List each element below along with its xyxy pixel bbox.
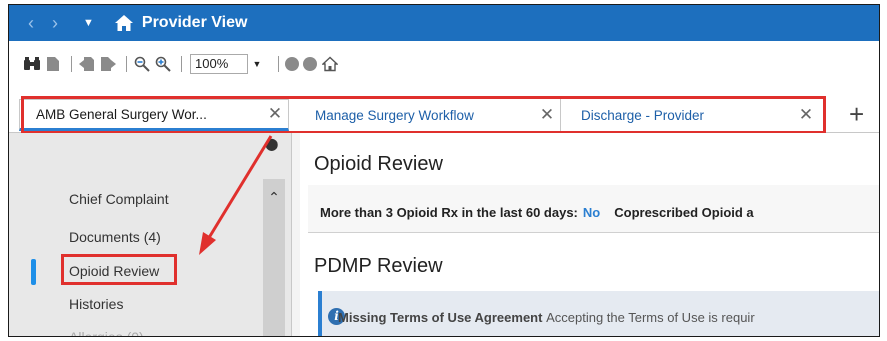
add-tab-button[interactable]: +	[849, 101, 864, 127]
main-pane: Opioid Review More than 3 Opioid Rx in t…	[291, 133, 879, 336]
circle-button-icon[interactable]	[303, 57, 317, 71]
pdmp-review-heading: PDMP Review	[314, 255, 443, 277]
scroll-up-icon[interactable]: ⌃	[263, 189, 285, 206]
notice-title: Missing Terms of Use Agreement	[338, 310, 543, 325]
notice-body: Accepting the Terms of Use is requir	[546, 310, 755, 325]
toolbar-separator	[278, 56, 279, 72]
opioid-summary-text: More than 3 Opioid Rx in the last 60 day…	[320, 205, 754, 220]
main-content: Opioid Review More than 3 Opioid Rx in t…	[300, 133, 879, 336]
pin-icon[interactable]: ⬤	[265, 137, 278, 151]
notice-text: Missing Terms of Use Agreement Accepting…	[338, 310, 755, 325]
sidebar-item-chief-complaint[interactable]: Chief Complaint	[69, 191, 169, 207]
circle-button-icon[interactable]	[285, 57, 299, 71]
zoom-out-icon[interactable]	[133, 55, 151, 73]
toolbar: 100% ▼	[9, 51, 342, 77]
next-document-icon[interactable]	[99, 55, 117, 73]
home-outline-icon[interactable]	[321, 55, 339, 73]
sidebar-item-histories[interactable]: Histories	[69, 296, 123, 312]
home-icon[interactable]	[114, 13, 134, 33]
active-indicator	[31, 259, 36, 285]
sidebar-item-documents[interactable]: Documents (4)	[69, 229, 161, 245]
summary-value-rx: No	[582, 205, 601, 220]
binoculars-icon[interactable]	[23, 55, 41, 73]
summary-label-coprescribed: Coprescribed Opioid a	[614, 205, 754, 220]
sidebar: ⬤ ⌃ Chief Complaint Documents (4) Opioid…	[9, 133, 291, 336]
caret-down-icon[interactable]: ▼	[83, 17, 94, 29]
summary-label-rx: More than 3 Opioid Rx in the last 60 day…	[320, 205, 578, 220]
toolbar-separator	[126, 56, 127, 72]
title-bar: ‹ › ▼ Provider View	[9, 5, 879, 41]
opioid-review-heading: Opioid Review	[314, 153, 443, 175]
document-icon[interactable]	[44, 55, 62, 73]
chevron-left-icon[interactable]: ‹	[19, 5, 43, 41]
prev-document-icon[interactable]	[78, 55, 96, 73]
opioid-highlight-box	[61, 254, 177, 285]
chevron-right-icon[interactable]: ›	[43, 5, 67, 41]
app-window: ‹ › ▼ Provider View 100% ▼ AMB General S…	[8, 4, 880, 337]
toolbar-separator	[181, 56, 182, 72]
tabs-highlight-box	[21, 96, 826, 134]
sidebar-item-allergies[interactable]: Allergies (0)	[69, 329, 144, 336]
zoom-in-icon[interactable]	[154, 55, 172, 73]
toolbar-separator	[71, 56, 72, 72]
zoom-level-field[interactable]: 100%	[190, 54, 248, 74]
window-title: Provider View	[141, 14, 248, 31]
zoom-dropdown-icon[interactable]: ▼	[248, 59, 266, 69]
